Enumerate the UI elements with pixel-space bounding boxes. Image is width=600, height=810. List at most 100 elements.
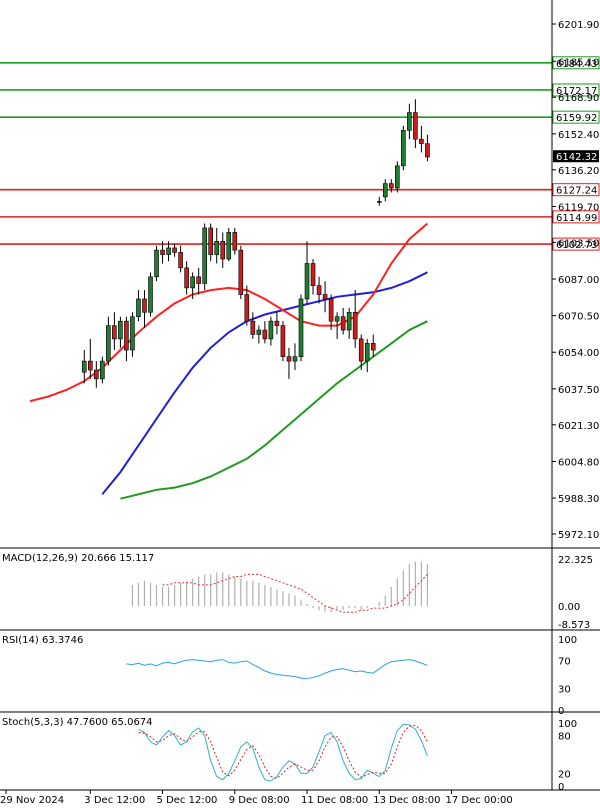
rsi-axis-label: 70	[558, 656, 571, 667]
candle-body	[316, 285, 322, 295]
candle-body	[220, 240, 226, 260]
time-axis-label: 29 Nov 2024	[0, 795, 64, 806]
rsi-title: RSI(14) 63.3746	[2, 635, 83, 646]
candle-body	[286, 356, 292, 362]
candle-body	[298, 298, 304, 357]
candle-body	[340, 316, 346, 331]
candle-body	[382, 183, 388, 198]
candle-body	[214, 240, 220, 255]
candle-body	[395, 165, 400, 189]
candle-body	[142, 298, 147, 313]
candle-body	[196, 276, 201, 284]
price-tick-label: 6037.50	[558, 385, 599, 396]
candle-body	[190, 276, 195, 289]
stoch-signal-line	[138, 724, 428, 779]
time-axis-label: 5 Dec 12:00	[157, 795, 218, 806]
time-axis-label: 17 Dec 00:00	[446, 795, 513, 806]
price-tick-label: 6185.10	[558, 57, 599, 68]
support-label: 6114.99	[556, 213, 597, 224]
candle-body	[130, 316, 135, 351]
macd-axis-label: -8.573	[558, 620, 590, 631]
time-axis-label: 9 Dec 08:00	[229, 795, 290, 806]
candle-body	[100, 360, 105, 380]
candle-body	[364, 343, 370, 362]
stoch-main-line	[138, 723, 428, 782]
rsi-line	[126, 659, 428, 680]
candle-body	[346, 311, 352, 331]
stoch-axis-label: 100	[558, 719, 577, 730]
candle-body	[376, 201, 382, 203]
candle-body	[419, 138, 424, 144]
candle-body	[166, 247, 171, 255]
price-tick-label: 6201.90	[558, 20, 599, 31]
support-label: 6127.24	[556, 186, 597, 197]
candle-body	[310, 263, 316, 286]
candle-body	[124, 320, 129, 351]
macd-title: MACD(12,26,9) 20.666 15.117	[2, 553, 154, 564]
current-price-label: 6142.32	[556, 152, 597, 163]
candle-body	[322, 294, 328, 300]
price-tick-label: 6103.50	[558, 238, 599, 249]
candle-body	[358, 338, 364, 362]
candle-body	[118, 320, 123, 340]
resistance-label: 6159.92	[556, 113, 597, 124]
stoch-axis-label: 80	[558, 732, 571, 743]
candle-body	[334, 316, 340, 322]
price-tick-label: 6152.40	[558, 130, 599, 141]
candle-body	[232, 232, 238, 251]
candle-body	[274, 320, 280, 326]
candle-body	[106, 325, 111, 362]
candle-body	[226, 232, 232, 260]
candle-body	[425, 143, 430, 158]
candle-body	[280, 325, 286, 357]
candle-body	[172, 247, 177, 253]
chart-canvas: 6184.436172.176159.926127.246114.996102.…	[0, 0, 600, 806]
time-axis-label: 13 Dec 08:00	[373, 795, 440, 806]
candle-body	[88, 360, 93, 371]
candle-body	[112, 325, 117, 340]
candle-body	[352, 311, 358, 340]
price-tick-label: 6021.30	[558, 421, 599, 432]
candle-body	[202, 227, 207, 284]
candle-body	[244, 294, 250, 322]
rsi-axis-label: 100	[558, 635, 577, 646]
candle-body	[154, 249, 159, 278]
macd-axis-label: 0.00	[558, 602, 580, 613]
candle-body	[268, 320, 274, 340]
price-tick-label: 6004.80	[558, 457, 599, 468]
trading-chart: 6184.43 6172.17 6159.92 6127.24 6114.99 6102.…	[0, 0, 600, 806]
candle-body	[256, 329, 262, 335]
candle-body	[401, 130, 406, 167]
candle-body	[262, 329, 268, 340]
price-tick-label: 6087.00	[558, 275, 599, 286]
price-tick-label: 5988.30	[558, 494, 599, 505]
candle-body	[370, 343, 376, 351]
stoch-title: Stoch(5,3,3) 47.7600 65.0674	[2, 717, 153, 728]
stoch-axis-label: 0	[558, 782, 564, 793]
candle-body	[136, 298, 141, 318]
macd-axis-label: 22.325	[558, 555, 593, 566]
rsi-axis-label: 30	[558, 685, 571, 696]
candle-body	[184, 267, 189, 289]
price-tick-label: 5972.10	[558, 530, 599, 541]
candle-body	[292, 356, 298, 362]
price-tick-label: 6054.00	[558, 348, 599, 359]
candle-body	[328, 298, 334, 322]
candle-body	[81, 360, 87, 373]
ma-slow-line	[120, 320, 428, 500]
candle-body	[413, 112, 418, 140]
price-tick-label: 6168.90	[558, 93, 599, 104]
price-tick-label: 6136.20	[558, 166, 599, 177]
time-axis-label: 11 Dec 08:00	[301, 795, 368, 806]
candle-body	[208, 227, 213, 255]
price-tick-label: 6070.50	[558, 312, 599, 323]
rsi-axis-label: 0	[558, 706, 564, 717]
price-tick-label: 6119.70	[558, 202, 599, 213]
candle-body	[160, 249, 165, 255]
candle-body	[250, 320, 256, 335]
candle-body	[178, 252, 183, 269]
candle-body	[304, 263, 310, 300]
candle-body	[238, 249, 244, 295]
time-axis-label: 3 Dec 12:00	[84, 795, 145, 806]
candle-body	[407, 112, 412, 131]
